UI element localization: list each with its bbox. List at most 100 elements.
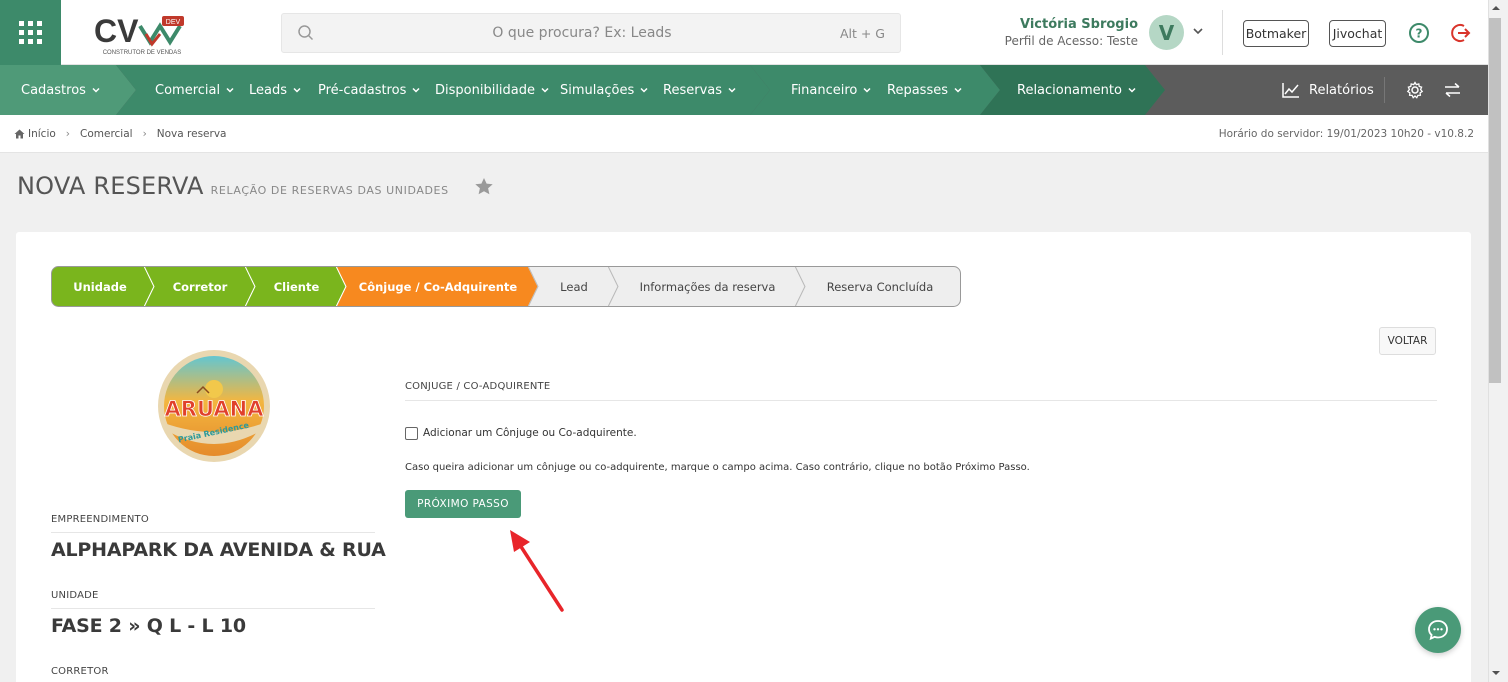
scroll-down-icon[interactable] — [1491, 668, 1501, 678]
user-name: Victória Sbrogio — [1019, 17, 1138, 32]
voltar-button[interactable]: VOLTAR — [1379, 327, 1436, 355]
nav-label: Leads — [249, 82, 288, 98]
breadcrumb-comercial[interactable]: Comercial — [80, 128, 133, 140]
user-info[interactable]: Victória Sbrogio Perfil de Acesso: Teste — [990, 17, 1138, 49]
nav-leads[interactable]: Leads — [249, 65, 302, 115]
search-input[interactable] — [322, 14, 842, 52]
scroll-up-icon[interactable] — [1491, 3, 1501, 13]
chevron-down-icon — [226, 87, 234, 93]
nav-pre-cadastros[interactable]: Pré-cadastros — [318, 65, 421, 115]
breadcrumb: Início › Comercial › Nova reserva — [14, 128, 227, 140]
jivochat-button[interactable]: Jivochat — [1329, 20, 1386, 47]
nav-label: Pré-cadastros — [318, 82, 407, 98]
chevron-down-icon — [293, 87, 301, 93]
corretor-label: CORRETOR — [51, 666, 109, 677]
divider — [405, 400, 1437, 401]
chevron-down-icon — [1128, 87, 1136, 93]
nav-financeiro[interactable]: Financeiro — [791, 65, 872, 115]
search-box[interactable]: Alt + G — [281, 13, 901, 53]
step-conjuge[interactable]: Cônjuge / Co-Adquirente — [343, 266, 533, 307]
svg-text:?: ? — [1416, 27, 1423, 41]
empreendimento-label: EMPREENDIMENTO — [51, 514, 149, 525]
chevron-down-icon[interactable] — [1191, 24, 1205, 38]
nav-relatorios[interactable]: Relatórios — [1282, 65, 1374, 115]
breadcrumb-home[interactable]: Início — [28, 128, 56, 140]
logo-text: CV — [94, 13, 139, 49]
chevron-down-icon — [863, 87, 871, 93]
page-title: NOVA RESERVA — [17, 172, 204, 200]
nav-label: Relatórios — [1309, 82, 1374, 98]
logo-tagline: CONSTRUTOR DE VENDAS — [103, 50, 182, 56]
grid-menu-button[interactable] — [0, 0, 61, 65]
breadcrumb-current: Nova reserva — [156, 128, 227, 140]
avatar[interactable]: V — [1149, 15, 1184, 50]
step-unidade[interactable]: Unidade — [51, 266, 149, 307]
logo[interactable]: CV DEV CONSTRUTOR DE VENDAS — [94, 12, 190, 56]
unidade-value: FASE 2 » Q L - L 10 — [51, 615, 246, 637]
cv-logo-icon: CV DEV CONSTRUTOR DE VENDAS — [94, 13, 184, 56]
swap-icon[interactable] — [1444, 82, 1461, 98]
step-cliente[interactable]: Cliente — [252, 266, 341, 307]
nav-cadastros[interactable]: Cadastros — [21, 65, 101, 115]
page-subtitle: RELAÇÃO DE RESERVAS DAS UNIDADES — [210, 184, 449, 197]
chevron-right-icon: › — [65, 128, 70, 140]
breadcrumb-bar: Início › Comercial › Nova reserva Horári… — [0, 115, 1488, 153]
chevron-down-icon — [954, 87, 962, 93]
search-shortcut: Alt + G — [839, 26, 885, 41]
section-title: CONJUGE / CO-ADQUIRENTE — [405, 381, 551, 392]
add-conjuge-checkbox[interactable] — [405, 427, 418, 440]
divider — [1222, 10, 1223, 55]
logout-icon[interactable] — [1450, 22, 1472, 44]
logo-badge: DEV — [166, 19, 181, 26]
nav-simulacoes[interactable]: Simulações — [560, 65, 649, 115]
nav-label: Cadastros — [21, 82, 86, 98]
step-corretor[interactable]: Corretor — [151, 266, 249, 307]
nav-label: Relacionamento — [1017, 82, 1122, 98]
unidade-label: UNIDADE — [51, 590, 99, 601]
emblem-title: ARUANA — [165, 397, 265, 421]
nav-repasses[interactable]: Repasses — [887, 65, 963, 115]
chevron-down-icon — [92, 87, 100, 93]
nav-comercial[interactable]: Comercial — [155, 65, 235, 115]
chevron-down-icon — [728, 87, 736, 93]
help-icon[interactable]: ? — [1408, 22, 1430, 44]
help-text: Caso queira adicionar um cônjuge ou co-a… — [405, 462, 1030, 473]
chevron-down-icon — [640, 87, 648, 93]
page-header: NOVA RESERVA RELAÇÃO DE RESERVAS DAS UNI… — [17, 172, 449, 200]
step-informacoes[interactable]: Informações da reserva — [615, 266, 800, 307]
nav-label: Repasses — [887, 82, 948, 98]
nav-reservas[interactable]: Reservas — [663, 65, 737, 115]
search-icon — [298, 25, 314, 41]
nav-label: Comercial — [155, 82, 221, 98]
annotation-arrow-icon — [510, 530, 564, 612]
chat-button[interactable] — [1415, 607, 1461, 653]
empreendimento-value: ALPHAPARK DA AVENIDA & RUA — [51, 539, 386, 561]
chat-icon — [1428, 620, 1448, 641]
step-concluida[interactable]: Reserva Concluída — [802, 266, 958, 307]
chevron-down-icon — [541, 87, 549, 93]
top-bar: CV DEV CONSTRUTOR DE VENDAS Alt + G Vict… — [0, 0, 1488, 65]
divider — [1384, 77, 1385, 103]
nav-label: Disponibilidade — [435, 82, 536, 98]
gear-icon[interactable] — [1406, 81, 1424, 99]
chevron-down-icon — [412, 87, 420, 93]
project-logo-icon: ARUANA Praia Residence — [158, 350, 270, 462]
chevron-right-icon: › — [142, 128, 147, 140]
nav-disponibilidade[interactable]: Disponibilidade — [435, 65, 550, 115]
scrollbar-thumb[interactable] — [1489, 18, 1501, 383]
nav-label: Reservas — [663, 82, 722, 98]
add-conjuge-label[interactable]: Adicionar um Cônjuge ou Co-adquirente. — [423, 427, 637, 439]
step-lead[interactable]: Lead — [535, 266, 613, 307]
star-icon[interactable] — [474, 177, 494, 196]
server-time: Horário do servidor: 19/01/2023 10h20 - … — [1218, 128, 1474, 140]
user-role: Perfil de Acesso: Teste — [1004, 34, 1138, 48]
chart-line-icon — [1282, 83, 1299, 98]
botmaker-button[interactable]: Botmaker — [1243, 20, 1309, 47]
nav-label: Financeiro — [791, 82, 858, 98]
nav-label: Simulações — [560, 82, 635, 98]
grid-menu-icon — [19, 21, 42, 44]
divider — [51, 608, 375, 609]
nav-relacionamento[interactable]: Relacionamento — [1017, 65, 1137, 115]
next-step-button[interactable]: PRÓXIMO PASSO — [405, 490, 521, 518]
page: CV DEV CONSTRUTOR DE VENDAS Alt + G Vict… — [0, 0, 1508, 682]
